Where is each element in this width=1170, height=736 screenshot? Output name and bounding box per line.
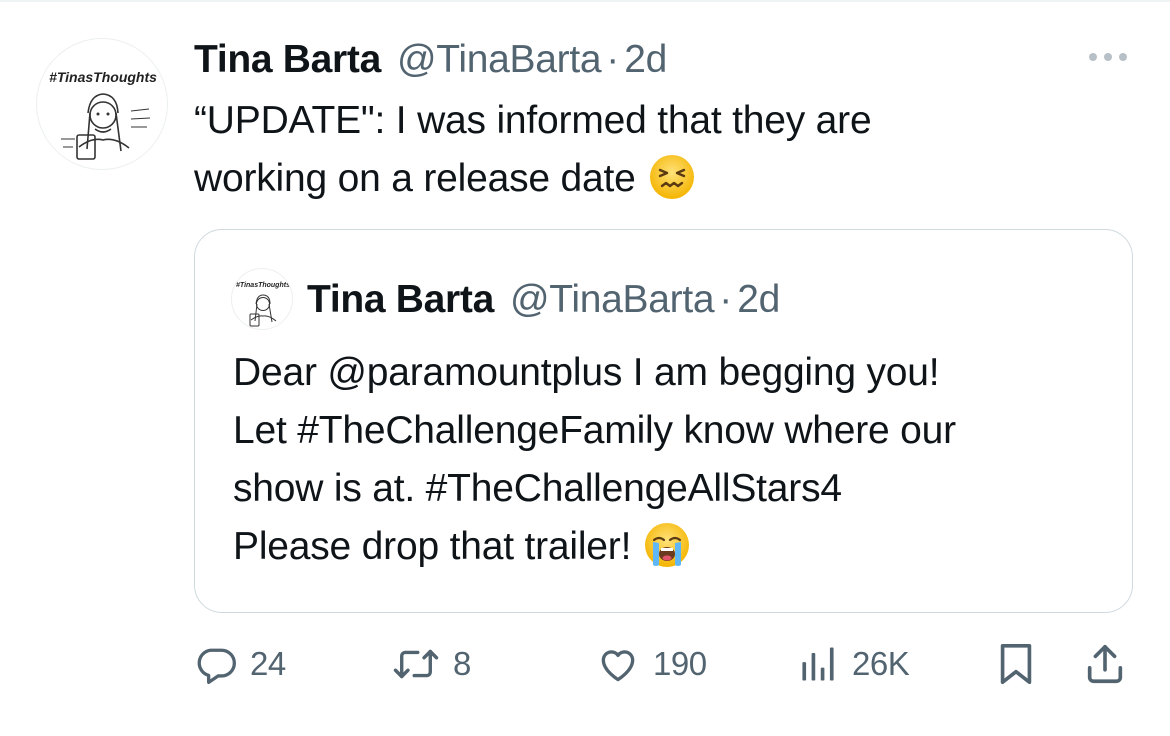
quoted-tweet-time[interactable]: 2d: [737, 278, 780, 322]
author-name[interactable]: Tina Barta: [194, 38, 381, 82]
quoted-author-name[interactable]: Tina Barta: [307, 278, 494, 322]
bookmark-button[interactable]: [996, 636, 1036, 692]
separator-dot: ·: [606, 38, 620, 81]
heart-icon: [595, 642, 641, 686]
tweet-text-line: “UPDATE": I was informed that they are: [194, 99, 872, 142]
action-bar: 24 8 190 26K: [0, 636, 1170, 696]
share-button[interactable]: [1082, 636, 1128, 692]
bookmark-icon: [996, 641, 1036, 687]
views-bar-chart-icon: [796, 642, 840, 686]
reply-count: 24: [250, 645, 286, 682]
loudly-crying-face-icon: [643, 521, 691, 586]
views-button[interactable]: 26K: [796, 636, 910, 692]
top-divider: [0, 0, 1170, 2]
avatar-label: #TinasThoughts: [49, 69, 157, 85]
quoted-avatar-label: #TinasThoughts: [236, 282, 290, 289]
share-icon: [1082, 641, 1128, 687]
more-options-icon[interactable]: [1085, 46, 1131, 68]
quoted-text-line: Please drop that trailer!: [233, 518, 1113, 586]
tweet-header: Tina Barta @TinaBarta · 2d: [194, 34, 667, 86]
view-count: 26K: [852, 645, 910, 682]
quoted-author-handle[interactable]: @TinaBarta: [510, 278, 715, 322]
like-count: 190: [653, 645, 707, 682]
repost-icon: [391, 642, 441, 686]
quoted-text-line: Dear @paramountplus I am begging you!: [233, 351, 940, 394]
tweet-text: “UPDATE": I was informed that they are w…: [194, 92, 1094, 218]
quoted-tweet-card[interactable]: #TinasThoughts Tina Barta @TinaBarta · 2…: [194, 229, 1133, 613]
quoted-tweet-header: Tina Barta @TinaBarta · 2d: [307, 274, 780, 326]
repost-count: 8: [453, 645, 471, 682]
author-handle[interactable]: @TinaBarta: [397, 38, 602, 82]
quoted-text-line: show is at. #TheChallengeAllStars4: [233, 467, 842, 510]
like-button[interactable]: 190: [595, 636, 707, 692]
confounded-face-icon: [648, 153, 696, 218]
reply-button[interactable]: 24: [194, 636, 286, 692]
tweet-time[interactable]: 2d: [624, 38, 667, 82]
quoted-tweet-text: Dear @paramountplus I am begging you! Le…: [233, 344, 1113, 586]
reply-icon: [194, 642, 238, 686]
tweet-text-line: working on a release date: [194, 150, 1094, 218]
quoted-text-line: Let #TheChallengeFamily know where our: [233, 409, 956, 452]
avatar[interactable]: #TinasThoughts: [36, 38, 168, 170]
quoted-separator-dot: ·: [719, 278, 733, 321]
repost-button[interactable]: 8: [391, 636, 471, 692]
quoted-avatar[interactable]: #TinasThoughts: [231, 268, 293, 330]
